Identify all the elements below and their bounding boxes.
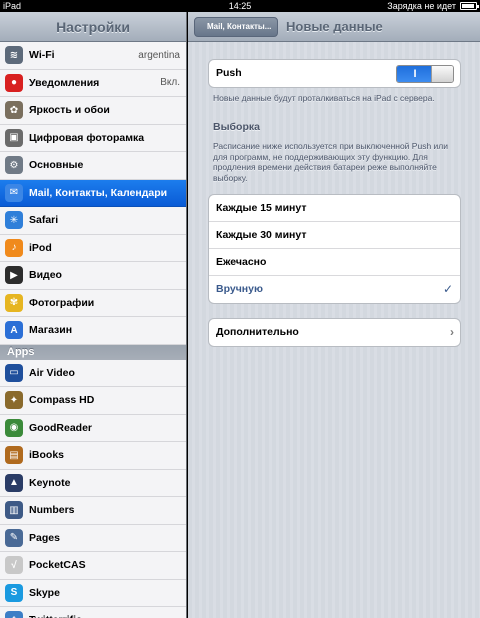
sidebar-item[interactable]: ▶ Видео: [0, 262, 186, 290]
settings-sidebar: Настройки ≋ Wi-Fi argentina ● Уведомления Вкл…: [0, 12, 187, 618]
wifi-icon: ≋: [5, 46, 23, 65]
fetch-option-label: Каждые 30 минут: [216, 229, 307, 241]
advanced-row[interactable]: Дополнительно ›: [209, 319, 460, 346]
sidebar-item[interactable]: ▲ Keynote: [0, 469, 186, 497]
twitterrific-icon: t: [5, 611, 23, 618]
pages-icon: ✎: [5, 528, 23, 547]
sidebar-item-label: Mail, Контакты, Календари: [29, 186, 168, 199]
sidebar-item-label: Фотографии: [29, 296, 95, 309]
fetch-option[interactable]: Каждые 30 минут: [209, 222, 460, 249]
pocketcas-icon: √: [5, 556, 23, 575]
toggle-knob[interactable]: [431, 66, 453, 82]
video-icon: ▶: [5, 266, 23, 285]
photos-icon: ✾: [5, 293, 23, 312]
sidebar-item[interactable]: ◉ GoodReader: [0, 414, 186, 442]
goodreader-icon: ◉: [5, 418, 23, 437]
compass-icon: ✦: [5, 391, 23, 410]
sidebar-item-label: Яркость и обои: [29, 104, 110, 117]
fetch-option[interactable]: Каждые 15 минут: [209, 195, 460, 222]
sidebar-item[interactable]: ✉ Mail, Контакты, Календари: [0, 179, 186, 207]
sidebar-item-label: Уведомления: [29, 76, 100, 89]
sidebar-item[interactable]: ▥ Numbers: [0, 497, 186, 525]
sidebar-item[interactable]: ▤ iBooks: [0, 442, 186, 470]
sidebar-item-label: Keynote: [29, 476, 71, 489]
push-footer: Новые данные будут проталкиваться на iPa…: [213, 93, 435, 103]
sidebar-item-label: Numbers: [29, 504, 75, 517]
battery-status: Зарядка не идет: [387, 1, 456, 11]
detail-title: Новые данные: [286, 19, 383, 34]
sidebar-item-label: Основные: [29, 159, 84, 172]
ibooks-icon: ▤: [5, 446, 23, 465]
push-group: Push I: [208, 59, 461, 88]
skype-icon: S: [5, 583, 23, 602]
sidebar-item-label: Цифровая фоторамка: [29, 131, 145, 144]
fetch-option[interactable]: Ежечасно: [209, 249, 460, 276]
sidebar-item[interactable]: ✦ Compass HD: [0, 387, 186, 415]
sidebar-item-label: Магазин: [29, 324, 73, 337]
fetch-title: Выборка: [213, 121, 260, 133]
sidebar-item-label: Pages: [29, 531, 60, 544]
sidebar-item-label: iPod: [29, 241, 52, 254]
fetch-option[interactable]: Вручную ✓: [209, 276, 460, 303]
status-bar: iPad 14:25 Зарядка не идет: [0, 0, 480, 12]
mail-icon: ✉: [5, 183, 23, 202]
sidebar-item-label: Safari: [29, 214, 59, 227]
toggle-on-label: I: [397, 66, 433, 82]
sidebar-item-label: PocketCAS: [29, 559, 86, 572]
sidebar-list: ≋ Wi-Fi argentina ● Уведомления Вкл. ✿ Яркость …: [0, 42, 186, 618]
fetch-option-label: Ежечасно: [216, 256, 267, 268]
sidebar-item[interactable]: ⚙ Основные: [0, 152, 186, 180]
sidebar-item-value: Вкл.: [160, 77, 180, 89]
sidebar-item[interactable]: ✳ Safari: [0, 207, 186, 235]
sidebar-item[interactable]: ✾ Фотографии: [0, 289, 186, 317]
battery-icon: [460, 2, 479, 10]
sidebar-title: Настройки: [0, 12, 186, 42]
ipod-icon: ♪: [5, 238, 23, 257]
sidebar-item-label: Wi-Fi: [29, 49, 55, 62]
checkmark-icon: ✓: [442, 282, 453, 296]
sidebar-item[interactable]: √ PocketCAS: [0, 552, 186, 580]
sidebar-item[interactable]: ≋ Wi-Fi argentina: [0, 42, 186, 70]
advanced-label: Дополнительно: [216, 326, 299, 338]
sidebar-item[interactable]: ▣ Цифровая фоторамка: [0, 124, 186, 152]
store-icon: A: [5, 321, 23, 340]
sidebar-item-label: Compass HD: [29, 394, 95, 407]
sidebar-item-label: Видео: [29, 269, 62, 282]
fetch-option-label: Вручную: [216, 283, 263, 295]
brightness-icon: ✿: [5, 101, 23, 120]
sidebar-item[interactable]: ♪ iPod: [0, 234, 186, 262]
numbers-icon: ▥: [5, 501, 23, 520]
push-toggle[interactable]: I: [396, 65, 454, 83]
sidebar-item[interactable]: ✿ Яркость и обои: [0, 97, 186, 125]
fetch-options-group: Каждые 15 минут Каждые 30 минут Ежечасно Вр…: [208, 194, 461, 304]
sidebar-item[interactable]: ● Уведомления Вкл.: [0, 69, 186, 97]
sidebar-item-label: GoodReader: [29, 421, 93, 434]
sidebar-item-value: argentina: [138, 49, 180, 61]
sidebar-item[interactable]: ▭ Air Video: [0, 359, 186, 387]
gear-icon: ⚙: [5, 156, 23, 175]
sidebar-item-label: iBooks: [29, 449, 65, 462]
advanced-group: Дополнительно ›: [208, 318, 461, 347]
picture-frame-icon: ▣: [5, 128, 23, 147]
detail-navbar: Mail, Контакты... Новые данные: [188, 12, 480, 42]
sidebar-item[interactable]: A Магазин: [0, 317, 186, 345]
push-row: Push I: [209, 60, 460, 87]
sidebar-item-label: Skype: [29, 586, 60, 599]
sidebar-item-label: Air Video: [29, 366, 75, 379]
detail-pane: Mail, Контакты... Новые данные Push I Но…: [188, 12, 480, 618]
sidebar-item[interactable]: S Skype: [0, 579, 186, 607]
fetch-option-label: Каждые 15 минут: [216, 202, 307, 214]
back-button[interactable]: Mail, Контакты...: [194, 17, 279, 37]
push-label: Push: [216, 67, 242, 79]
fetch-footer: Расписание ниже используется при выключе…: [213, 141, 448, 183]
sidebar-item[interactable]: t Twitterrific: [0, 607, 186, 618]
keynote-icon: ▲: [5, 473, 23, 492]
chevron-right-icon: ›: [450, 325, 454, 339]
air-video-icon: ▭: [5, 363, 23, 382]
safari-icon: ✳: [5, 211, 23, 230]
sidebar-item-label: Twitterrific: [29, 614, 82, 618]
sidebar-item[interactable]: ✎ Pages: [0, 524, 186, 552]
notifications-icon: ●: [5, 73, 23, 92]
apps-section-header: Apps: [0, 344, 186, 360]
